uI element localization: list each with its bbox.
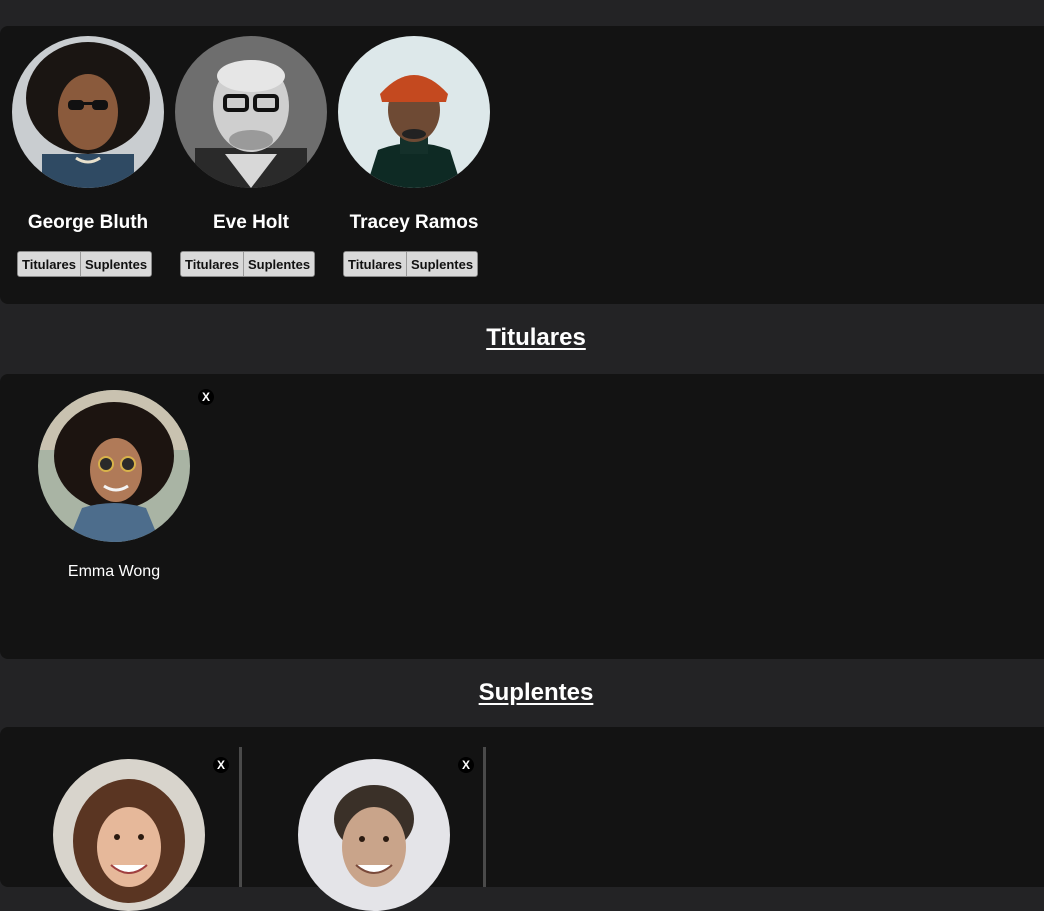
player-assign-buttons: Titulares Suplentes [343,251,479,277]
add-to-titulares-button[interactable]: Titulares [18,252,80,276]
remove-member-button[interactable]: X [198,389,214,405]
add-to-titulares-button[interactable]: Titulares [181,252,243,276]
add-to-titulares-button[interactable]: Titulares [344,252,406,276]
remove-member-button[interactable]: X [213,757,229,773]
titulares-heading: Titulares [486,324,586,351]
remove-member-button[interactable]: X [458,757,474,773]
player-avatar-tracey-ramos [338,36,490,188]
player-avatar-george-bluth [12,36,164,188]
member-avatar-emma-wong [38,390,190,542]
titulares-panel: X Emma Wong [0,374,1044,659]
card-divider [239,747,242,887]
top-bar [0,0,1044,26]
member-avatar [53,759,205,911]
member-name: Emma Wong [67,563,161,580]
player-assign-buttons: Titulares Suplentes [180,251,316,277]
player-assign-buttons: Titulares Suplentes [17,251,153,277]
suplentes-panel: X X [0,727,1044,911]
player-avatar-eve-holt [175,36,327,188]
player-name: Tracey Ramos [349,212,479,233]
add-to-suplentes-button[interactable]: Suplentes [79,252,152,276]
card-divider [483,747,486,887]
add-to-suplentes-button[interactable]: Suplentes [405,252,478,276]
available-players-panel: George Bluth Titulares Suplentes Eve Hol… [0,26,1044,304]
suplentes-heading: Suplentes [478,679,594,706]
member-avatar [298,759,450,911]
add-to-suplentes-button[interactable]: Suplentes [242,252,315,276]
